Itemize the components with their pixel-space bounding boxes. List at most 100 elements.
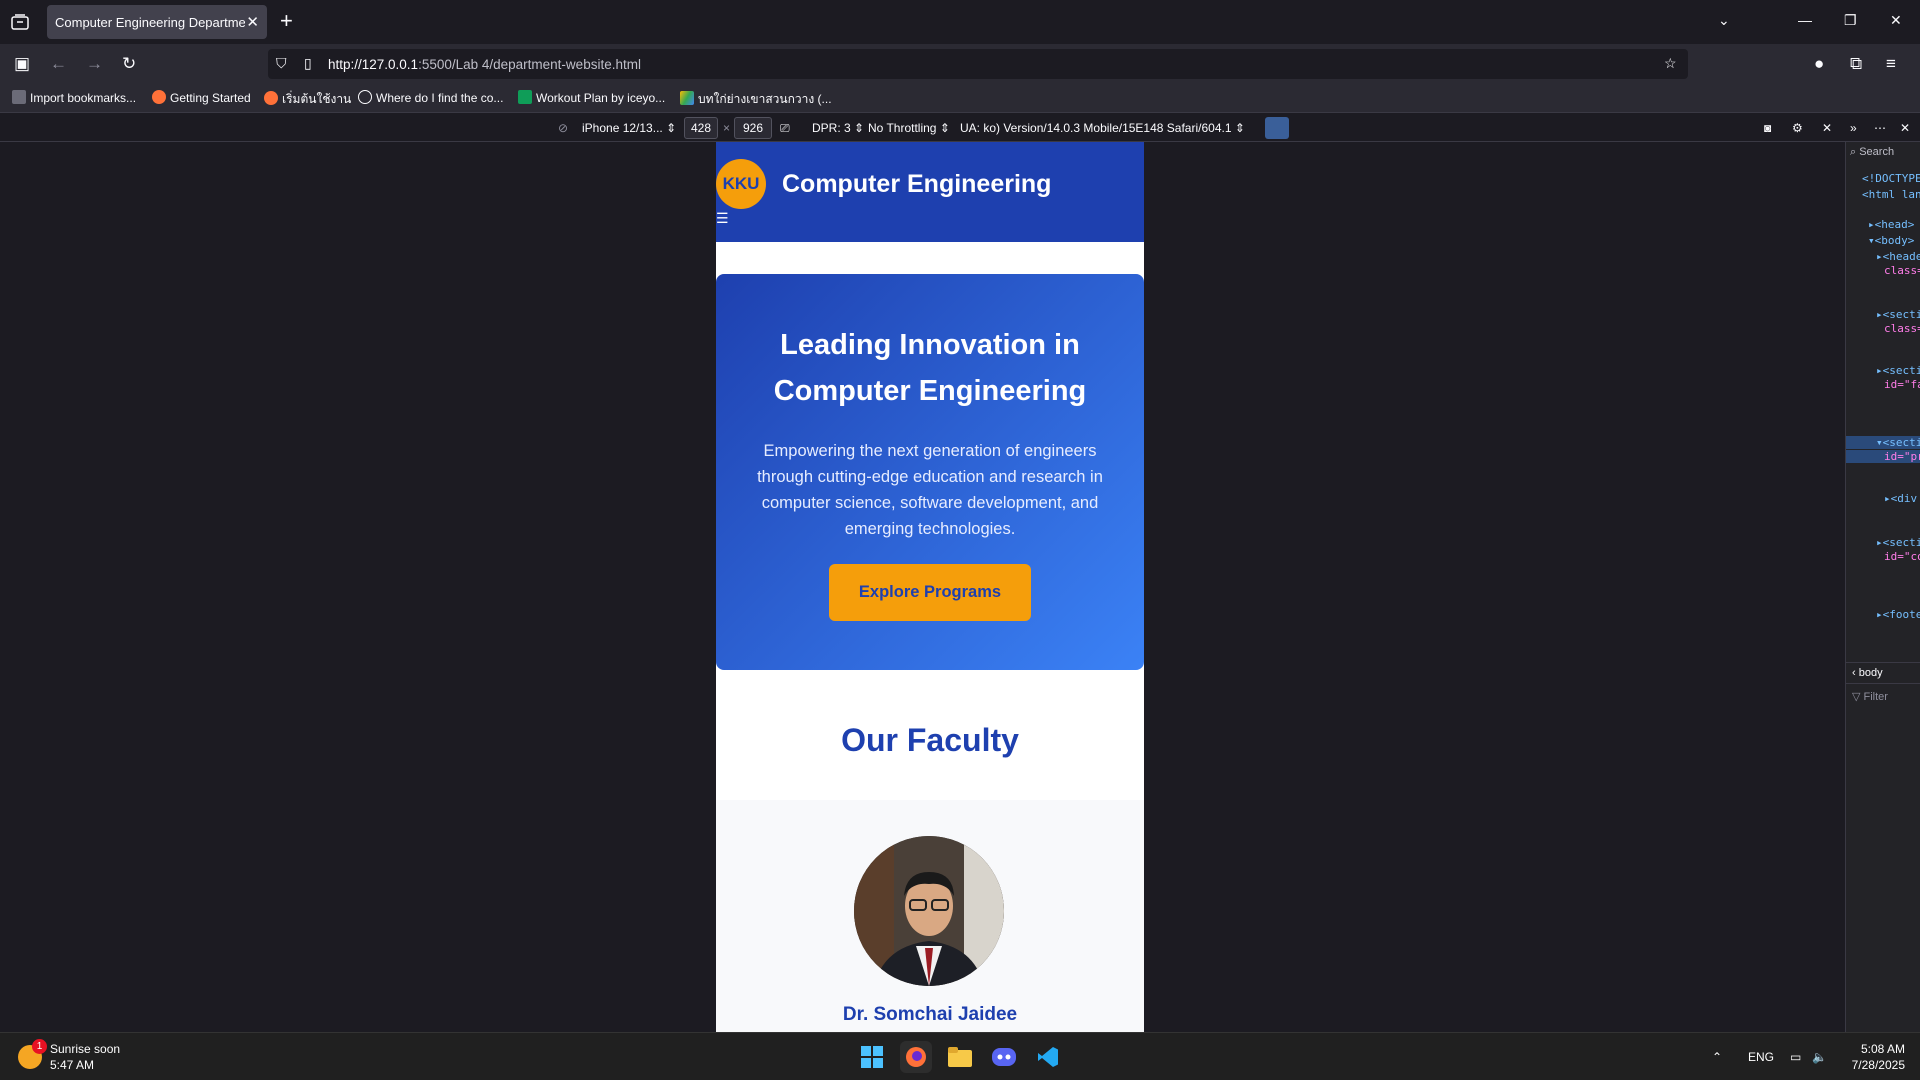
settings-icon[interactable]: ⚙ [1792,121,1803,135]
devtools-inspector: ⌕ Search <!DOCTYPE <html lang ▸<head> ▾<… [1845,142,1920,1032]
clock-time: 5:08 AM [1860,1042,1905,1056]
hero-section: Leading Innovation in Computer Engineeri… [716,274,1144,670]
close-window-icon[interactable]: ✕ [1890,12,1902,29]
discord-icon[interactable] [988,1041,1020,1073]
dom-node[interactable]: ▸<div [1884,492,1917,505]
height-input[interactable]: 926 [734,117,772,139]
responsive-toolbar: ⊘ iPhone 12/13... ⇕ 428 × 926 ⎚ DPR: 3 ⇕… [0,112,1920,142]
hamburger-menu-icon[interactable]: ☰ [716,210,729,227]
globe-icon [358,90,372,104]
firefox-icon [152,90,166,104]
dom-node[interactable]: <html lang [1862,188,1920,201]
network-icon[interactable]: ▭ [1790,1050,1801,1064]
clock-date: 7/28/2025 [1851,1058,1905,1072]
bookmark-label: เริ่มต้นใช้งาน [282,92,352,106]
rotate-icon[interactable]: ⎚ [780,121,790,136]
language-indicator[interactable]: ENG [1748,1050,1774,1064]
device-select[interactable]: iPhone 12/13... ⇕ [582,121,676,135]
inspector-search-label: Search [1859,146,1895,158]
dom-attr[interactable]: class= [1884,322,1920,335]
extensions-icon[interactable]: ⧉ [1850,54,1862,74]
throttle-select[interactable]: No Throttling ⇕ [868,121,950,135]
dom-node[interactable]: ▸<footer [1876,608,1920,621]
devtools-more-icon[interactable]: ⋯ [1874,121,1886,135]
firefox-icon [264,91,278,105]
bookmark-import[interactable]: Import bookmarks... [12,90,136,105]
device-label: iPhone 12/13... [582,121,663,135]
close-rdm-icon[interactable]: ✕ [1822,121,1832,135]
hero-description: Empowering the next generation of engine… [757,442,1103,538]
user-agent-field[interactable]: UA: ko) Version/14.0.3 Mobile/15E148 Saf… [960,121,1245,135]
dpr-label: DPR: 3 [812,121,851,135]
explore-programs-button[interactable]: Explore Programs [829,564,1031,621]
touch-simulation-button[interactable] [1265,117,1289,139]
system-clock[interactable]: 5:08 AM 7/28/2025 [1845,1041,1905,1073]
kku-logo[interactable]: KKU [716,159,766,209]
close-devtools-icon[interactable]: ✕ [1900,121,1910,135]
weather-title: Sunrise soon [50,1042,121,1056]
tray-overflow-icon[interactable]: ⌃ [1712,1050,1722,1064]
vscode-icon[interactable] [1032,1041,1064,1073]
url-text[interactable]: http://127.0.0.1:5500/Lab 4/department-w… [328,57,641,72]
faculty-heading: Our Faculty [841,722,1019,758]
notification-badge: 1 [32,1039,47,1054]
volume-icon[interactable]: 🔈 [1812,1050,1827,1064]
minimize-icon[interactable]: — [1798,12,1812,28]
tab-list-icon[interactable] [10,12,30,32]
faculty-card: Dr. Somchai Jaidee [716,800,1144,1032]
shield-icon[interactable]: ⛉ [276,55,287,72]
dom-attr[interactable]: id="fa [1884,378,1920,391]
dom-attr[interactable]: id="pr [1846,450,1920,463]
bookmark-star-icon[interactable]: ☆ [1664,55,1677,72]
bookmark-where-find[interactable]: Where do I find the co... [358,90,503,105]
forward-icon[interactable]: → [86,54,103,74]
tab-close-icon[interactable]: ✕ [246,13,259,31]
bookmark-drive[interactable]: บทใก่ย่างเขาสวนกวาง (... [680,90,832,109]
screenshot-icon[interactable]: ◙ [1764,121,1771,135]
taskbar: 1 Sunrise soon 5:47 AM ⌃ ENG ▭ 🔈 5:08 AM… [0,1032,1920,1080]
menu-icon[interactable]: ≡ [1886,54,1896,74]
devtools-overflow-icon[interactable]: » [1850,121,1857,135]
firefox-taskbar-icon[interactable] [900,1041,932,1073]
navigation-bar: ▣ ← → ↻ ⛉ ▯ http://127.0.0.1:5500/Lab 4/… [0,44,1920,84]
page-icon[interactable]: ▯ [304,55,312,72]
url-host: http://127.0.0.1 [328,57,419,72]
dom-node[interactable]: ▸<section [1876,308,1920,321]
site-title: Computer Engineering [782,170,1052,198]
tab-overflow-icon[interactable]: ⌄ [1718,12,1730,29]
active-tab[interactable]: Computer Engineering Department ✕ [47,5,267,39]
bookmark-label: บทใก่ย่างเขาสวนกวาง (... [698,92,832,106]
dom-attr[interactable]: class= [1884,264,1920,277]
drive-icon [680,91,694,105]
account-icon[interactable]: ● [1814,54,1824,74]
reload-icon[interactable]: ↻ [122,54,136,74]
dom-node[interactable]: <!DOCTYPE [1862,172,1920,185]
bookmark-workout[interactable]: Workout Plan by iceyo... [518,90,665,105]
selected-dom-node[interactable]: ▾<section [1846,436,1920,449]
weather-widget[interactable]: Sunrise soon 5:47 AM [50,1041,120,1073]
file-explorer-icon[interactable] [944,1041,976,1073]
url-bar[interactable]: ⛉ ▯ http://127.0.0.1:5500/Lab 4/departme… [268,49,1688,79]
sidebar-icon[interactable]: ▣ [14,54,30,74]
bookmark-label: Where do I find the co... [376,91,504,105]
dom-attr[interactable]: id="co [1884,550,1920,563]
bookmark-thai-start[interactable]: เริ่มต้นใช้งาน [264,90,351,109]
back-icon[interactable]: ← [50,54,67,74]
dom-node[interactable]: ▸<header [1876,250,1920,263]
new-tab-button[interactable]: + [280,9,293,33]
dom-node[interactable]: ▸<section [1876,364,1920,377]
sheets-icon [518,90,532,104]
restore-icon[interactable]: ❐ [1844,12,1857,29]
windows-start-icon[interactable] [856,1041,888,1073]
dom-node[interactable]: ▾<body> [1868,234,1914,247]
dpr-select[interactable]: DPR: 3 ⇕ [812,121,864,135]
width-input[interactable]: 428 [684,117,718,139]
bookmark-getting-started[interactable]: Getting Started [152,90,251,105]
rules-filter[interactable]: ▽ Filter [1852,690,1888,703]
dom-node[interactable]: ▸<head> [1868,218,1914,231]
rules-filter-label: Filter [1863,691,1888,703]
inspector-search[interactable]: ⌕ Search [1850,146,1910,164]
inspector-breadcrumb[interactable]: ‹ body [1846,662,1920,684]
dom-node[interactable]: ▸<section [1876,536,1920,549]
hero-title: Leading Innovation in Computer Engineeri… [773,329,1087,407]
